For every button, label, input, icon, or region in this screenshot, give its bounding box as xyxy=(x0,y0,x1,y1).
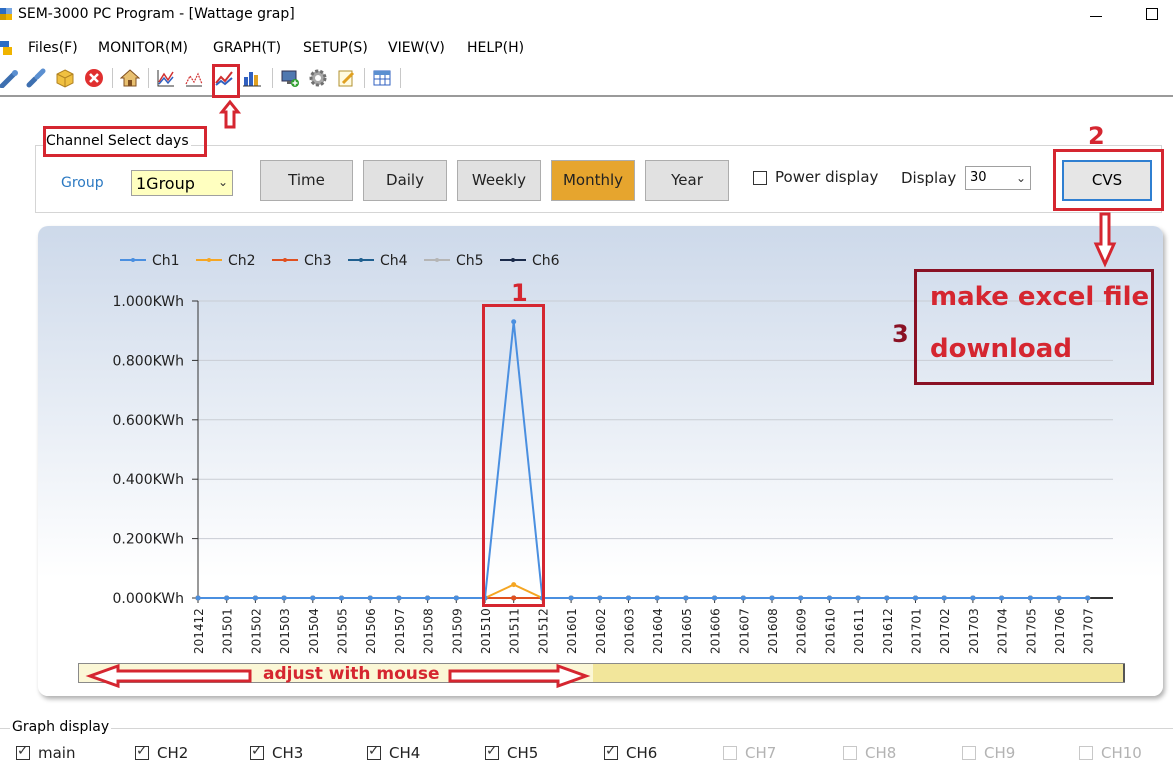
arrow-up-icon xyxy=(218,99,242,129)
annotation-arrows xyxy=(85,99,1117,689)
arrow-down-icon xyxy=(1093,212,1117,268)
arrow-left-right-icon xyxy=(85,663,591,689)
